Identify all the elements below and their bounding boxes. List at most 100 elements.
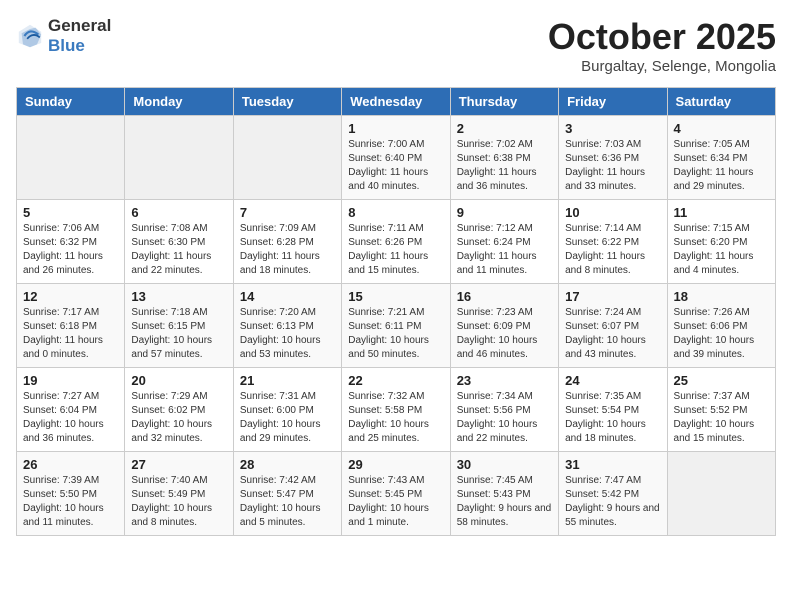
day-number: 3 — [565, 121, 660, 136]
cell-info: Sunrise: 7:06 AM Sunset: 6:32 PM Dayligh… — [23, 222, 118, 278]
weekday-header-saturday: Saturday — [667, 88, 775, 116]
calendar-cell: 10 Sunrise: 7:14 AM Sunset: 6:22 PM Dayli… — [559, 200, 667, 284]
calendar-week-row: 12Sunrise: 7:17 AM Sunset: 6:18 PM Dayli… — [17, 284, 776, 368]
calendar-cell: 19 Sunrise: 7:27 AM Sunset: 6:04 PM Dayli… — [17, 368, 125, 452]
day-number: 7 — [240, 205, 335, 220]
cell-info: Sunrise: 7:12 AM Sunset: 6:24 PM Dayligh… — [457, 222, 552, 278]
calendar-cell: 2 Sunrise: 7:02 AM Sunset: 6:38 PM Daylig… — [450, 116, 558, 200]
calendar-cell: 5 Sunrise: 7:06 AM Sunset: 6:32 PM Daylig… — [17, 200, 125, 284]
calendar-cell: 14 Sunrise: 7:20 AM Sunset: 6:13 PM Dayli… — [233, 284, 341, 368]
calendar-cell: 13 Sunrise: 7:18 AM Sunset: 6:15 PM Dayli… — [125, 284, 233, 368]
day-number: 1 — [348, 121, 443, 136]
calendar-table: SundayMondayTuesdayWednesdayThursdayFrid… — [16, 87, 776, 536]
calendar-cell: 20 Sunrise: 7:29 AM Sunset: 6:02 PM Dayli… — [125, 368, 233, 452]
cell-info: Sunrise: 7:27 AM Sunset: 6:04 PM Dayligh… — [23, 390, 118, 446]
logo-blue-text: Blue — [48, 36, 85, 55]
cell-info: Sunrise: 7:23 AM Sunset: 6:09 PM Dayligh… — [457, 306, 552, 362]
calendar-cell: 29 Sunrise: 7:43 AM Sunset: 5:45 PM Dayli… — [342, 452, 450, 536]
cell-info: Sunrise: 7:47 AM Sunset: 5:42 PM Dayligh… — [565, 474, 660, 530]
day-number: 27 — [131, 457, 226, 472]
day-number: 14 — [240, 289, 335, 304]
day-number: 22 — [348, 373, 443, 388]
day-number: 26 — [23, 457, 118, 472]
calendar-cell: 17 Sunrise: 7:24 AM Sunset: 6:07 PM Dayli… — [559, 284, 667, 368]
weekday-header-tuesday: Tuesday — [233, 88, 341, 116]
day-number: 17 — [565, 289, 660, 304]
day-number: 24 — [565, 373, 660, 388]
calendar-cell — [125, 116, 233, 200]
day-number: 31 — [565, 457, 660, 472]
calendar-cell — [17, 116, 125, 200]
calendar-cell: 11Sunrise: 7:15 AM Sunset: 6:20 PM Dayli… — [667, 200, 775, 284]
calendar-cell: 15Sunrise: 7:21 AM Sunset: 6:11 PM Dayli… — [342, 284, 450, 368]
day-number: 9 — [457, 205, 552, 220]
cell-info: Sunrise: 7:39 AM Sunset: 5:50 PM Dayligh… — [23, 474, 118, 530]
calendar-week-row: 19 Sunrise: 7:27 AM Sunset: 6:04 PM Dayli… — [17, 368, 776, 452]
day-number: 29 — [348, 457, 443, 472]
calendar-cell: 9 Sunrise: 7:12 AM Sunset: 6:24 PM Daylig… — [450, 200, 558, 284]
calendar-cell: 22Sunrise: 7:32 AM Sunset: 5:58 PM Dayli… — [342, 368, 450, 452]
calendar-week-row: 5 Sunrise: 7:06 AM Sunset: 6:32 PM Daylig… — [17, 200, 776, 284]
day-number: 10 — [565, 205, 660, 220]
calendar-cell: 7 Sunrise: 7:09 AM Sunset: 6:28 PM Daylig… — [233, 200, 341, 284]
day-number: 8 — [348, 205, 443, 220]
cell-info: Sunrise: 7:37 AM Sunset: 5:52 PM Dayligh… — [674, 390, 769, 446]
calendar-cell: 1 Sunrise: 7:00 AM Sunset: 6:40 PM Daylig… — [342, 116, 450, 200]
day-number: 5 — [23, 205, 118, 220]
cell-info: Sunrise: 7:15 AM Sunset: 6:20 PM Dayligh… — [674, 222, 769, 278]
cell-info: Sunrise: 7:31 AM Sunset: 6:00 PM Dayligh… — [240, 390, 335, 446]
calendar-cell: 31 Sunrise: 7:47 AM Sunset: 5:42 PM Dayli… — [559, 452, 667, 536]
day-number: 4 — [674, 121, 769, 136]
cell-info: Sunrise: 7:20 AM Sunset: 6:13 PM Dayligh… — [240, 306, 335, 362]
cell-info: Sunrise: 7:21 AM Sunset: 6:11 PM Dayligh… — [348, 306, 443, 362]
calendar-cell: 18 Sunrise: 7:26 AM Sunset: 6:06 PM Dayli… — [667, 284, 775, 368]
location-subtitle: Burgaltay, Selenge, Mongolia — [548, 58, 776, 75]
calendar-cell: 21Sunrise: 7:31 AM Sunset: 6:00 PM Dayli… — [233, 368, 341, 452]
calendar-cell: 30Sunrise: 7:45 AM Sunset: 5:43 PM Dayli… — [450, 452, 558, 536]
weekday-header-sunday: Sunday — [17, 88, 125, 116]
cell-info: Sunrise: 7:09 AM Sunset: 6:28 PM Dayligh… — [240, 222, 335, 278]
calendar-cell: 8 Sunrise: 7:11 AM Sunset: 6:26 PM Daylig… — [342, 200, 450, 284]
weekday-header-row: SundayMondayTuesdayWednesdayThursdayFrid… — [17, 88, 776, 116]
calendar-cell: 6Sunrise: 7:08 AM Sunset: 6:30 PM Daylig… — [125, 200, 233, 284]
calendar-cell: 23 Sunrise: 7:34 AM Sunset: 5:56 PM Dayli… — [450, 368, 558, 452]
cell-info: Sunrise: 7:18 AM Sunset: 6:15 PM Dayligh… — [131, 306, 226, 362]
cell-info: Sunrise: 7:43 AM Sunset: 5:45 PM Dayligh… — [348, 474, 443, 530]
cell-info: Sunrise: 7:35 AM Sunset: 5:54 PM Dayligh… — [565, 390, 660, 446]
cell-info: Sunrise: 7:05 AM Sunset: 6:34 PM Dayligh… — [674, 138, 769, 194]
day-number: 2 — [457, 121, 552, 136]
title-block: October 2025 Burgaltay, Selenge, Mongoli… — [548, 16, 776, 75]
cell-info: Sunrise: 7:34 AM Sunset: 5:56 PM Dayligh… — [457, 390, 552, 446]
page-header: General Blue October 2025 Burgaltay, Sel… — [16, 16, 776, 75]
weekday-header-friday: Friday — [559, 88, 667, 116]
calendar-cell — [233, 116, 341, 200]
weekday-header-monday: Monday — [125, 88, 233, 116]
month-title: October 2025 — [548, 16, 776, 58]
cell-info: Sunrise: 7:29 AM Sunset: 6:02 PM Dayligh… — [131, 390, 226, 446]
cell-info: Sunrise: 7:14 AM Sunset: 6:22 PM Dayligh… — [565, 222, 660, 278]
day-number: 12 — [23, 289, 118, 304]
calendar-cell: 26 Sunrise: 7:39 AM Sunset: 5:50 PM Dayli… — [17, 452, 125, 536]
day-number: 30 — [457, 457, 552, 472]
calendar-cell: 27Sunrise: 7:40 AM Sunset: 5:49 PM Dayli… — [125, 452, 233, 536]
calendar-cell: 12Sunrise: 7:17 AM Sunset: 6:18 PM Dayli… — [17, 284, 125, 368]
day-number: 28 — [240, 457, 335, 472]
day-number: 16 — [457, 289, 552, 304]
day-number: 20 — [131, 373, 226, 388]
cell-info: Sunrise: 7:26 AM Sunset: 6:06 PM Dayligh… — [674, 306, 769, 362]
calendar-cell — [667, 452, 775, 536]
cell-info: Sunrise: 7:02 AM Sunset: 6:38 PM Dayligh… — [457, 138, 552, 194]
day-number: 19 — [23, 373, 118, 388]
cell-info: Sunrise: 7:03 AM Sunset: 6:36 PM Dayligh… — [565, 138, 660, 194]
calendar-cell: 25Sunrise: 7:37 AM Sunset: 5:52 PM Dayli… — [667, 368, 775, 452]
day-number: 23 — [457, 373, 552, 388]
cell-info: Sunrise: 7:00 AM Sunset: 6:40 PM Dayligh… — [348, 138, 443, 194]
day-number: 18 — [674, 289, 769, 304]
calendar-cell: 28Sunrise: 7:42 AM Sunset: 5:47 PM Dayli… — [233, 452, 341, 536]
calendar-week-row: 26 Sunrise: 7:39 AM Sunset: 5:50 PM Dayli… — [17, 452, 776, 536]
cell-info: Sunrise: 7:24 AM Sunset: 6:07 PM Dayligh… — [565, 306, 660, 362]
day-number: 13 — [131, 289, 226, 304]
logo: General Blue — [16, 16, 111, 56]
day-number: 6 — [131, 205, 226, 220]
cell-info: Sunrise: 7:11 AM Sunset: 6:26 PM Dayligh… — [348, 222, 443, 278]
